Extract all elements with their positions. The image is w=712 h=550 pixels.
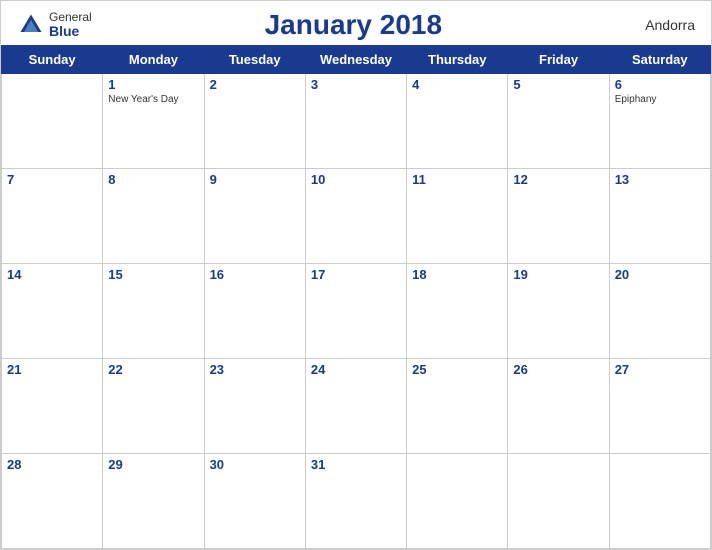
day-number: 26 [513, 362, 603, 377]
header-thursday: Thursday [407, 46, 508, 74]
calendar-cell: 19 [508, 264, 609, 359]
logo-blue: Blue [49, 24, 92, 39]
day-number: 8 [108, 172, 198, 187]
day-number: 16 [210, 267, 300, 282]
logo-text: General Blue [49, 11, 92, 40]
day-number: 3 [311, 77, 401, 92]
header-saturday: Saturday [609, 46, 710, 74]
calendar-cell: 1 New Year's Day [103, 74, 204, 169]
header-tuesday: Tuesday [204, 46, 305, 74]
logo-general: General [49, 11, 92, 24]
header-friday: Friday [508, 46, 609, 74]
header-wednesday: Wednesday [305, 46, 406, 74]
day-number: 31 [311, 457, 401, 472]
day-number: 24 [311, 362, 401, 377]
calendar-cell: 6 Epiphany [609, 74, 710, 169]
day-number: 2 [210, 77, 300, 92]
calendar-header: General Blue January 2018 Andorra [1, 1, 711, 45]
calendar-cell: 9 [204, 169, 305, 264]
calendar-cell: 20 [609, 264, 710, 359]
day-number: 30 [210, 457, 300, 472]
day-number: 27 [615, 362, 705, 377]
holiday-name: Epiphany [615, 94, 705, 105]
calendar-cell [2, 74, 103, 169]
day-number: 9 [210, 172, 300, 187]
calendar-cell: 16 [204, 264, 305, 359]
calendar-week-5: 28 29 30 31 [2, 454, 711, 549]
calendar-cell: 12 [508, 169, 609, 264]
day-number: 13 [615, 172, 705, 187]
day-number: 5 [513, 77, 603, 92]
calendar-cell: 10 [305, 169, 406, 264]
day-number: 12 [513, 172, 603, 187]
day-number: 20 [615, 267, 705, 282]
calendar-cell: 29 [103, 454, 204, 549]
calendar-cell [508, 454, 609, 549]
day-number: 18 [412, 267, 502, 282]
calendar-cell: 11 [407, 169, 508, 264]
calendar-title: January 2018 [92, 9, 615, 41]
logo-icon [17, 11, 45, 39]
calendar-cell: 2 [204, 74, 305, 169]
day-number: 19 [513, 267, 603, 282]
day-number: 25 [412, 362, 502, 377]
calendar-cell: 22 [103, 359, 204, 454]
day-number: 17 [311, 267, 401, 282]
calendar-cell: 31 [305, 454, 406, 549]
calendar-cell: 30 [204, 454, 305, 549]
day-number: 21 [7, 362, 97, 377]
calendar-cell: 18 [407, 264, 508, 359]
calendar-cell: 14 [2, 264, 103, 359]
calendar-cell: 7 [2, 169, 103, 264]
day-number: 7 [7, 172, 97, 187]
calendar-cell: 26 [508, 359, 609, 454]
calendar-cell: 25 [407, 359, 508, 454]
calendar-cell [609, 454, 710, 549]
calendar-cell: 13 [609, 169, 710, 264]
calendar-week-2: 789 10 11 12 13 [2, 169, 711, 264]
country-label: Andorra [615, 17, 695, 33]
calendar-container: General Blue January 2018 Andorra Sunday… [0, 0, 712, 550]
calendar-week-4: 21 22 23 24 25 26 27 [2, 359, 711, 454]
day-number: 14 [7, 267, 97, 282]
logo: General Blue [17, 11, 92, 40]
day-number: 23 [210, 362, 300, 377]
day-number: 6 [615, 77, 705, 92]
day-number: 29 [108, 457, 198, 472]
calendar-week-1: 1 New Year's Day 23456 Epiphany [2, 74, 711, 169]
day-number: 15 [108, 267, 198, 282]
calendar-cell: 8 [103, 169, 204, 264]
calendar-week-3: 14 15 16 17 18 19 20 [2, 264, 711, 359]
calendar-cell: 3 [305, 74, 406, 169]
calendar-cell: 21 [2, 359, 103, 454]
day-number: 22 [108, 362, 198, 377]
day-number: 4 [412, 77, 502, 92]
calendar-cell: 5 [508, 74, 609, 169]
holiday-name: New Year's Day [108, 94, 198, 105]
calendar-cell: 27 [609, 359, 710, 454]
header-monday: Monday [103, 46, 204, 74]
calendar-table: Sunday Monday Tuesday Wednesday Thursday… [1, 45, 711, 549]
day-number: 11 [412, 172, 502, 187]
calendar-cell: 28 [2, 454, 103, 549]
calendar-cell [407, 454, 508, 549]
days-header-row: Sunday Monday Tuesday Wednesday Thursday… [2, 46, 711, 74]
calendar-cell: 17 [305, 264, 406, 359]
day-number: 28 [7, 457, 97, 472]
calendar-cell: 15 [103, 264, 204, 359]
calendar-cell: 4 [407, 74, 508, 169]
header-sunday: Sunday [2, 46, 103, 74]
day-number: 1 [108, 77, 198, 92]
calendar-cell: 23 [204, 359, 305, 454]
calendar-cell: 24 [305, 359, 406, 454]
day-number: 10 [311, 172, 401, 187]
